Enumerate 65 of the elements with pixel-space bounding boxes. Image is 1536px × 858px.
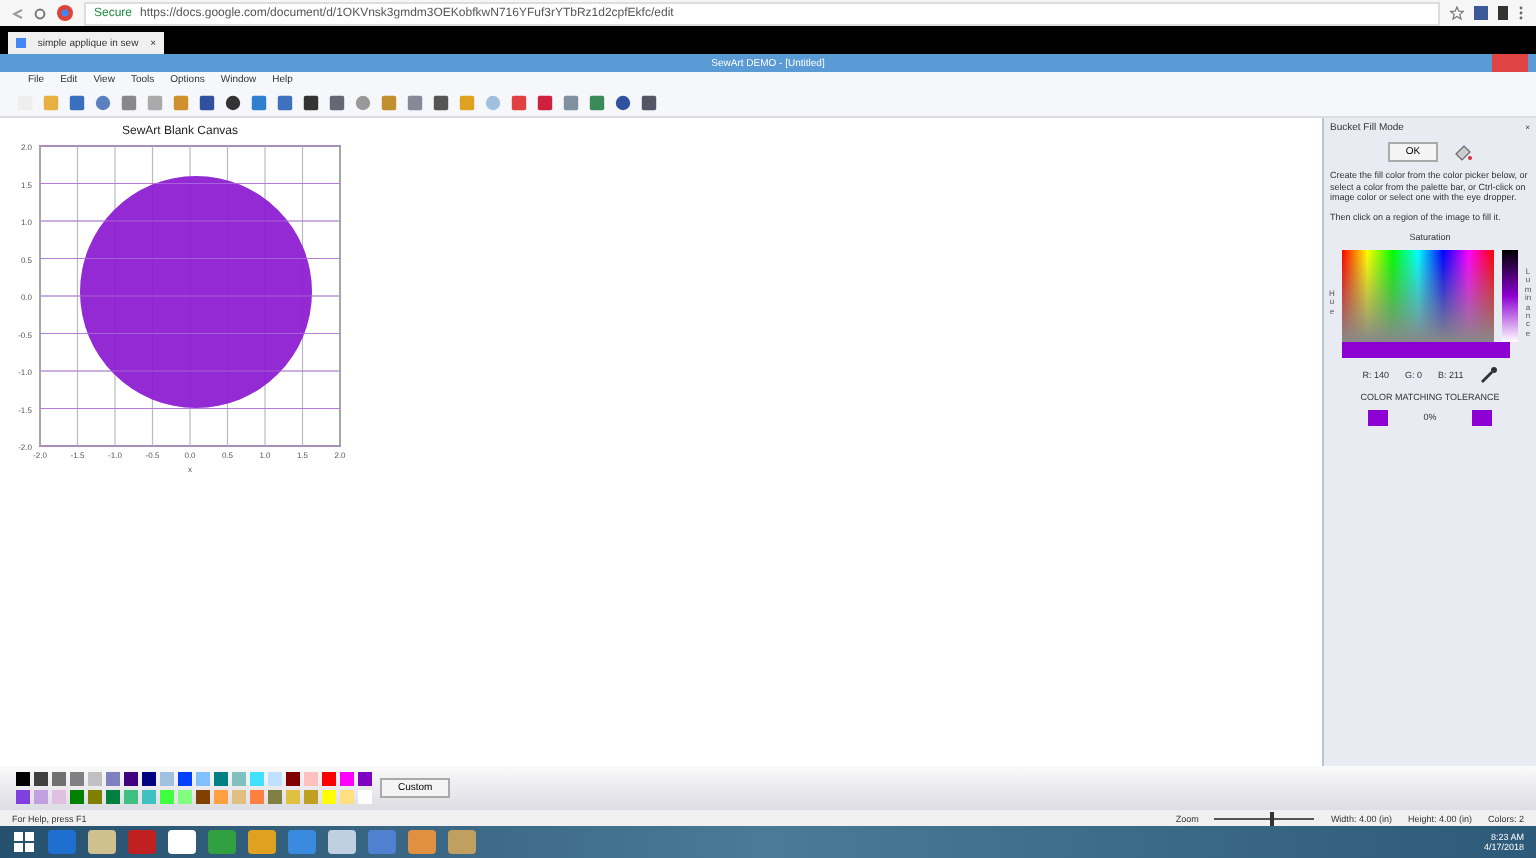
palette-color[interactable] xyxy=(160,772,174,786)
palette-color[interactable] xyxy=(250,772,264,786)
palette-color[interactable] xyxy=(16,772,30,786)
palette-color[interactable] xyxy=(358,790,372,804)
palette-color[interactable] xyxy=(268,790,282,804)
taskbar-app-icon[interactable] xyxy=(208,830,236,854)
palette-color[interactable] xyxy=(340,790,354,804)
color-swatch xyxy=(1367,409,1388,425)
taskbar-app-icon[interactable] xyxy=(168,830,196,854)
palette-color[interactable] xyxy=(178,790,192,804)
palette-color[interactable] xyxy=(304,790,318,804)
palette-color[interactable] xyxy=(124,790,138,804)
taskbar-app-icon[interactable] xyxy=(288,830,316,854)
palette-color[interactable] xyxy=(124,772,138,786)
palette-color[interactable] xyxy=(286,790,300,804)
palette-color[interactable] xyxy=(178,772,192,786)
close-button[interactable] xyxy=(1492,54,1528,72)
taskbar-app-icon[interactable] xyxy=(48,830,76,854)
palette-color[interactable] xyxy=(196,772,210,786)
palette-color[interactable] xyxy=(70,790,84,804)
menu-icon[interactable] xyxy=(1518,6,1524,20)
palette-color[interactable] xyxy=(88,772,102,786)
palette-color[interactable] xyxy=(106,790,120,804)
palette-color[interactable] xyxy=(142,772,156,786)
palette-color[interactable] xyxy=(106,772,120,786)
palette-color[interactable] xyxy=(232,790,246,804)
palette-color[interactable] xyxy=(52,772,66,786)
palette-color[interactable] xyxy=(160,790,174,804)
palette-color[interactable] xyxy=(232,772,246,786)
luminance-gradient xyxy=(1502,249,1518,341)
taskbar-app-icon[interactable] xyxy=(408,830,436,854)
palette-color[interactable] xyxy=(34,772,48,786)
palette-color[interactable] xyxy=(214,790,228,804)
slider-thumb[interactable] xyxy=(1269,811,1274,825)
palette-color[interactable] xyxy=(304,772,318,786)
palette-color[interactable] xyxy=(250,790,264,804)
reload-icon[interactable] xyxy=(34,7,46,19)
palette-color[interactable] xyxy=(340,772,354,786)
palette-color[interactable] xyxy=(286,772,300,786)
palette-color[interactable] xyxy=(52,790,66,804)
taskbar-app-icon[interactable] xyxy=(328,830,356,854)
color-swatch xyxy=(1472,409,1493,425)
taskbar-app-icon[interactable] xyxy=(248,830,276,854)
palette-color[interactable] xyxy=(34,790,48,804)
taskbar-app-icon[interactable] xyxy=(448,830,476,854)
color-picker[interactable] xyxy=(1342,249,1494,341)
palette-color[interactable] xyxy=(268,772,282,786)
palette-color[interactable] xyxy=(322,772,336,786)
palette-color[interactable] xyxy=(196,790,210,804)
taskbar-app-icon[interactable] xyxy=(368,830,396,854)
windows-icon[interactable] xyxy=(12,830,36,854)
palette-color[interactable] xyxy=(88,790,102,804)
taskbar-app-icon[interactable] xyxy=(88,830,116,854)
bucket-icon xyxy=(1454,143,1473,161)
taskbar-app-icon[interactable] xyxy=(128,830,156,854)
back-icon[interactable] xyxy=(12,7,24,19)
palette-color[interactable] xyxy=(322,790,336,804)
browser-logo-icon[interactable] xyxy=(56,4,74,22)
palette-color[interactable] xyxy=(70,772,84,786)
palette-color[interactable] xyxy=(214,772,228,786)
eyedropper-icon[interactable] xyxy=(1479,365,1498,383)
star-icon[interactable] xyxy=(1450,6,1464,20)
palette-color[interactable] xyxy=(142,790,156,804)
palette-color[interactable] xyxy=(16,790,30,804)
palette-color[interactable] xyxy=(358,772,372,786)
